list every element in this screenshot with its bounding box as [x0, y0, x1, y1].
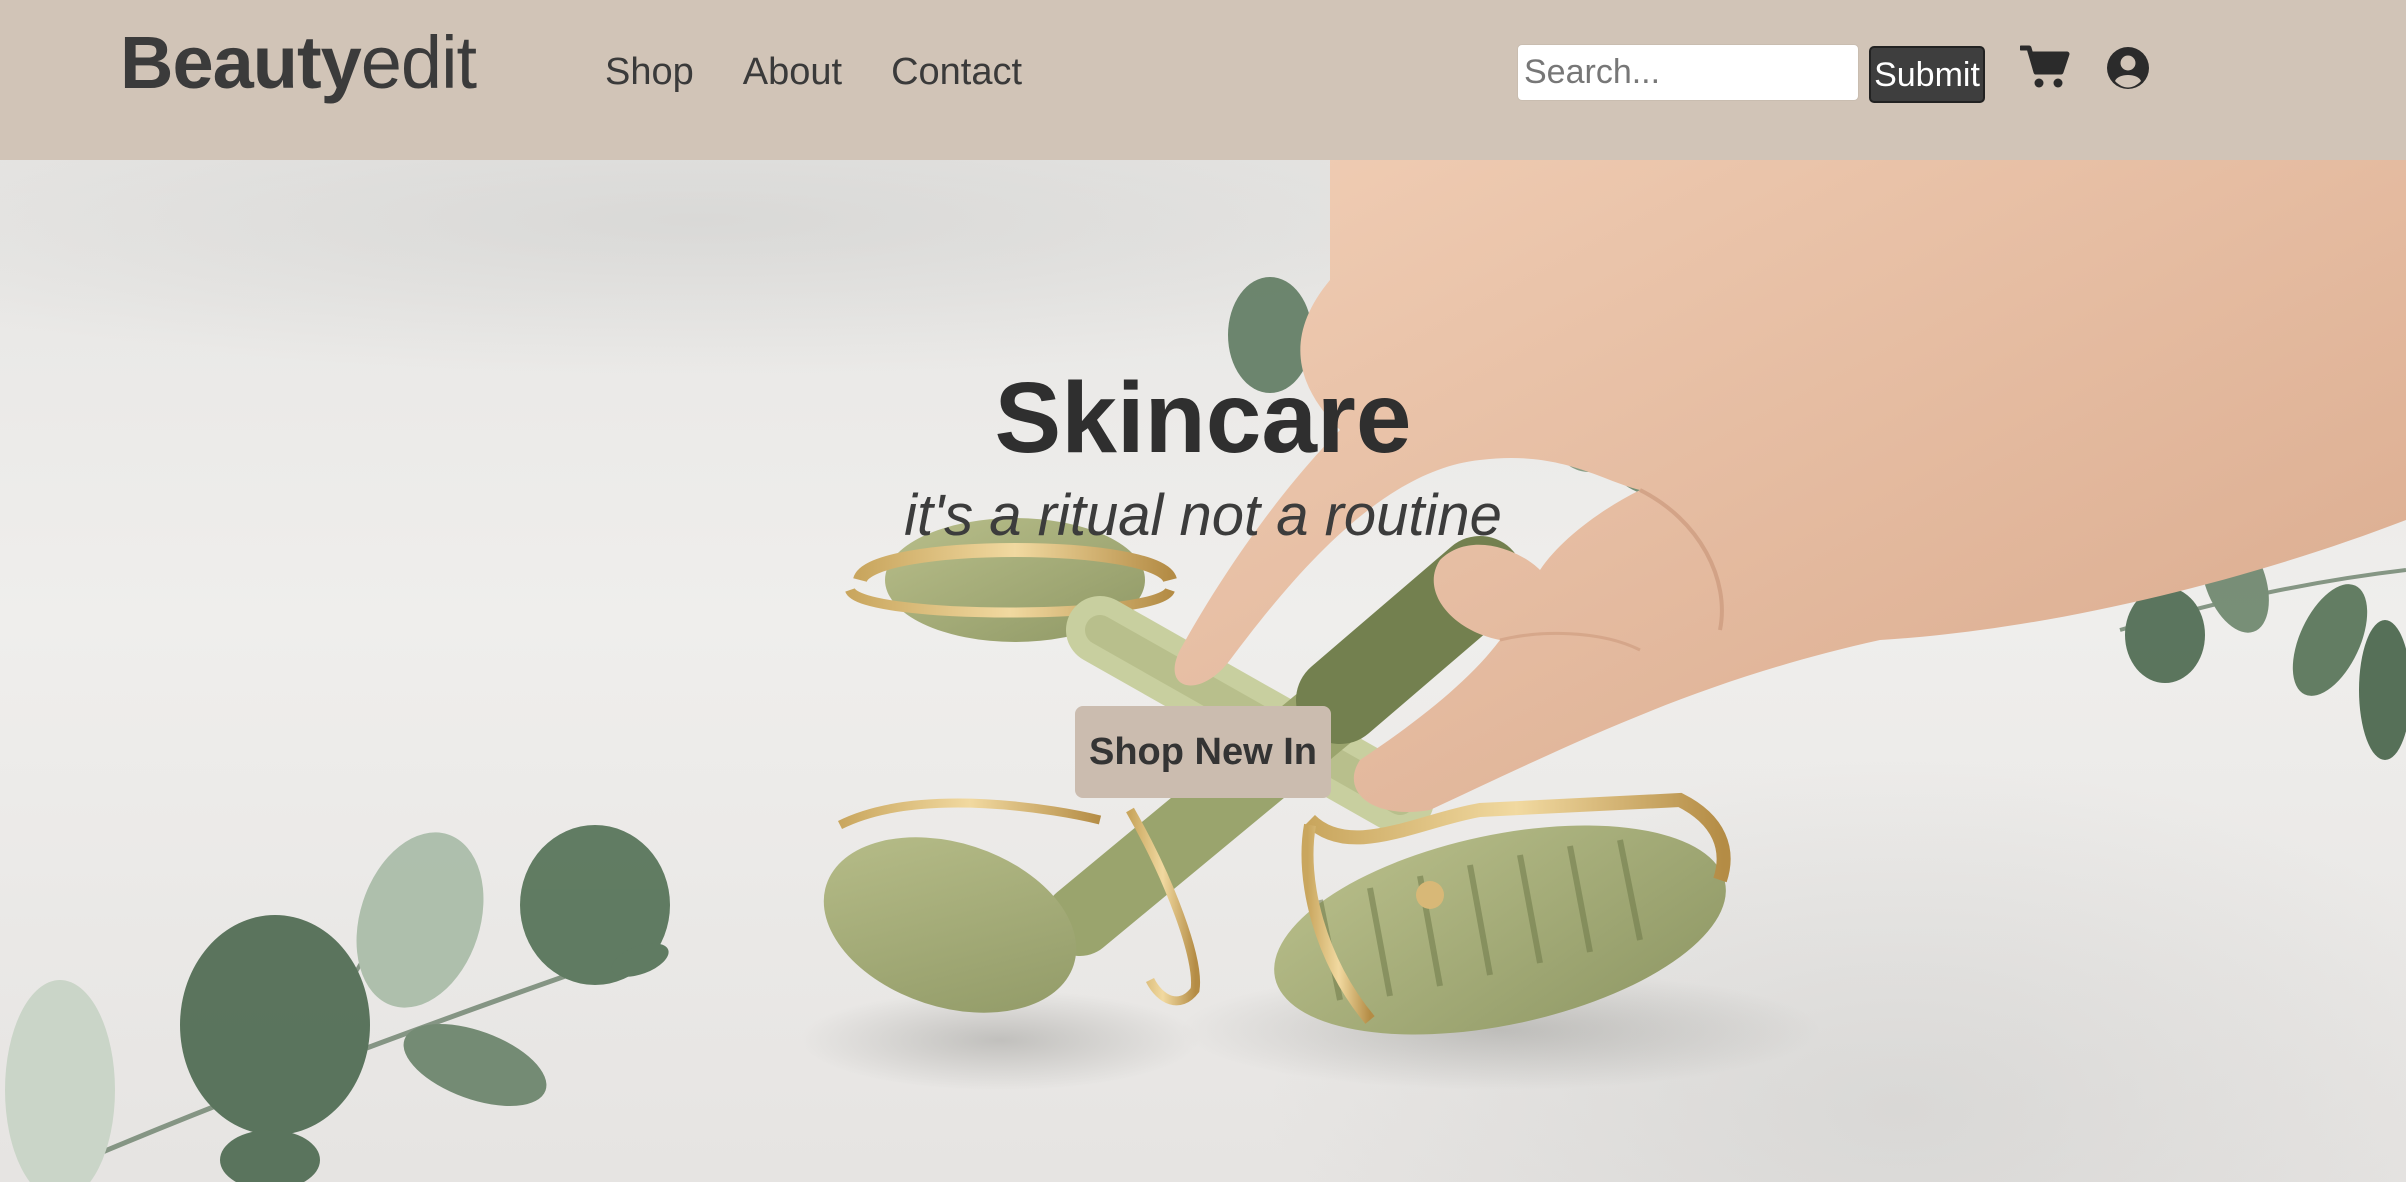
user-circle-icon[interactable]	[2106, 46, 2150, 90]
eucalyptus-left	[5, 825, 670, 1182]
hero-section: Skincare it's a ritual not a routine Sho…	[0, 160, 2406, 1182]
search-input[interactable]	[1517, 44, 1859, 101]
brand-logo[interactable]: Beautyedit	[120, 18, 477, 108]
hero-background-image	[5, 160, 2406, 1182]
main-nav: Shop About Contact	[605, 44, 1071, 100]
brand-name-bold: Beauty	[120, 21, 362, 104]
hero-subtitle: it's a ritual not a routine	[904, 483, 1502, 548]
hero-title: Skincare	[994, 362, 1412, 474]
nav-item-shop[interactable]: Shop	[605, 44, 694, 100]
shop-new-in-button[interactable]: Shop New In	[1075, 706, 1331, 798]
nav-item-about[interactable]: About	[743, 44, 842, 100]
site-header: Beautyedit Shop About Contact Submit	[0, 0, 2406, 160]
brand-name-light: edit	[360, 21, 477, 104]
search-submit-button[interactable]: Submit	[1869, 46, 1985, 103]
shopping-cart-icon[interactable]	[2018, 44, 2070, 90]
nav-item-contact[interactable]: Contact	[891, 44, 1022, 100]
